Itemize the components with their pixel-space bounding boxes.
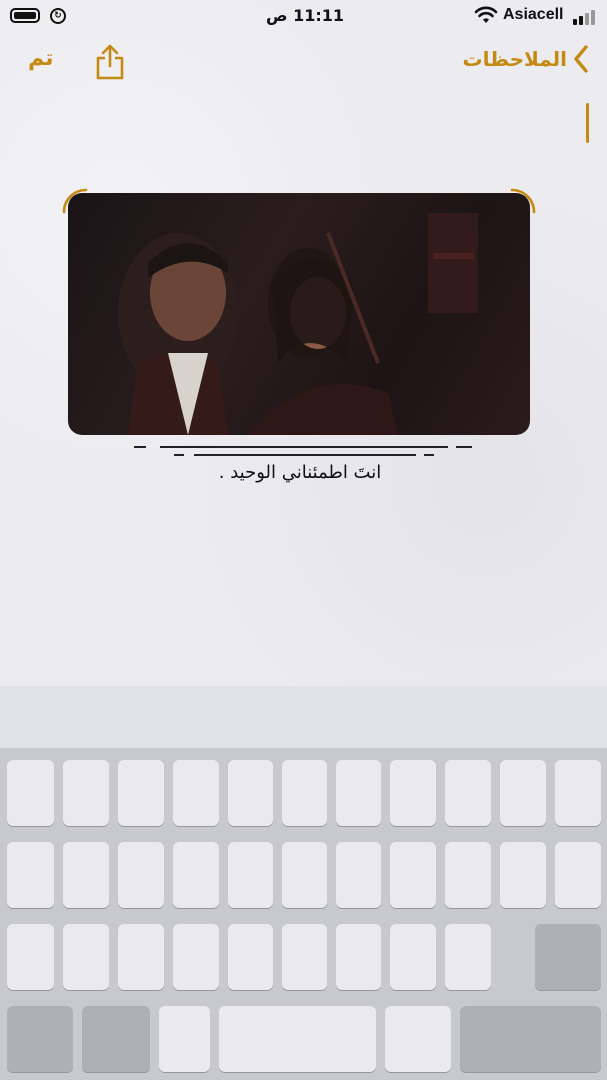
keyboard-key[interactable] <box>445 760 491 826</box>
keyboard-key[interactable] <box>336 842 381 908</box>
back-button-label: الملاحظات <box>462 47 567 71</box>
emoji-key[interactable] <box>159 1006 210 1072</box>
keyboard-key[interactable] <box>173 842 219 908</box>
keyboard-key[interactable] <box>7 842 54 908</box>
keyboard-key[interactable] <box>7 924 54 990</box>
navigation-bar: تم الملاحظات <box>0 36 607 92</box>
keyboard-key[interactable] <box>7 760 54 826</box>
globe-key[interactable] <box>7 1006 73 1072</box>
punctuation-key[interactable] <box>385 1006 451 1072</box>
keyboard-key[interactable] <box>63 760 109 826</box>
photo-couple-in-car <box>68 193 530 435</box>
keyboard-key[interactable] <box>500 842 546 908</box>
decorative-dashes <box>134 440 474 460</box>
numbers-key[interactable] <box>82 1006 150 1072</box>
keyboard-key[interactable] <box>445 842 491 908</box>
keyboard-key[interactable] <box>63 924 109 990</box>
signal-strength-icon <box>573 7 599 25</box>
keyboard-suggestion-bar <box>0 686 607 748</box>
carrier-name: Asiacell <box>503 6 564 23</box>
keyboard-key[interactable] <box>228 842 273 908</box>
keyboard-key[interactable] <box>555 842 601 908</box>
done-button[interactable]: تم <box>28 46 54 71</box>
keyboard-key[interactable] <box>228 760 273 826</box>
chevron-left-icon <box>574 45 588 73</box>
status-time: 11:11 ص <box>265 6 345 25</box>
status-bar: ↻ 11:11 ص Asiacell <box>0 0 607 34</box>
keyboard-key[interactable] <box>282 924 327 990</box>
battery-icon <box>10 8 40 23</box>
keyboard-key[interactable] <box>336 924 381 990</box>
return-key[interactable] <box>460 1006 601 1072</box>
note-image-attachment[interactable] <box>62 186 536 442</box>
keyboard-key[interactable] <box>173 924 219 990</box>
keyboard-key[interactable] <box>282 760 327 826</box>
space-key[interactable] <box>219 1006 376 1072</box>
rotation-lock-icon: ↻ <box>50 8 66 24</box>
keyboard <box>0 748 607 1080</box>
keyboard-key[interactable] <box>336 760 381 826</box>
keyboard-key[interactable] <box>500 760 546 826</box>
note-caption-text[interactable]: انتَ اطمئناني الوحيد . <box>150 462 450 483</box>
keyboard-key[interactable] <box>118 924 164 990</box>
keyboard-key[interactable] <box>390 924 436 990</box>
back-button[interactable]: الملاحظات <box>463 44 589 74</box>
delete-key[interactable] <box>535 924 601 990</box>
keyboard-key[interactable] <box>555 760 601 826</box>
keyboard-key[interactable] <box>282 842 327 908</box>
keyboard-key[interactable] <box>118 760 164 826</box>
keyboard-key[interactable] <box>173 760 219 826</box>
keyboard-key[interactable] <box>228 924 273 990</box>
text-cursor <box>586 103 589 143</box>
keyboard-key[interactable] <box>390 842 436 908</box>
keyboard-key[interactable] <box>445 924 491 990</box>
battery-fill <box>14 12 36 19</box>
keyboard-key[interactable] <box>390 760 436 826</box>
keyboard-key[interactable] <box>63 842 109 908</box>
keyboard-key[interactable] <box>118 842 164 908</box>
wifi-icon <box>474 6 498 23</box>
share-icon[interactable] <box>93 42 127 82</box>
